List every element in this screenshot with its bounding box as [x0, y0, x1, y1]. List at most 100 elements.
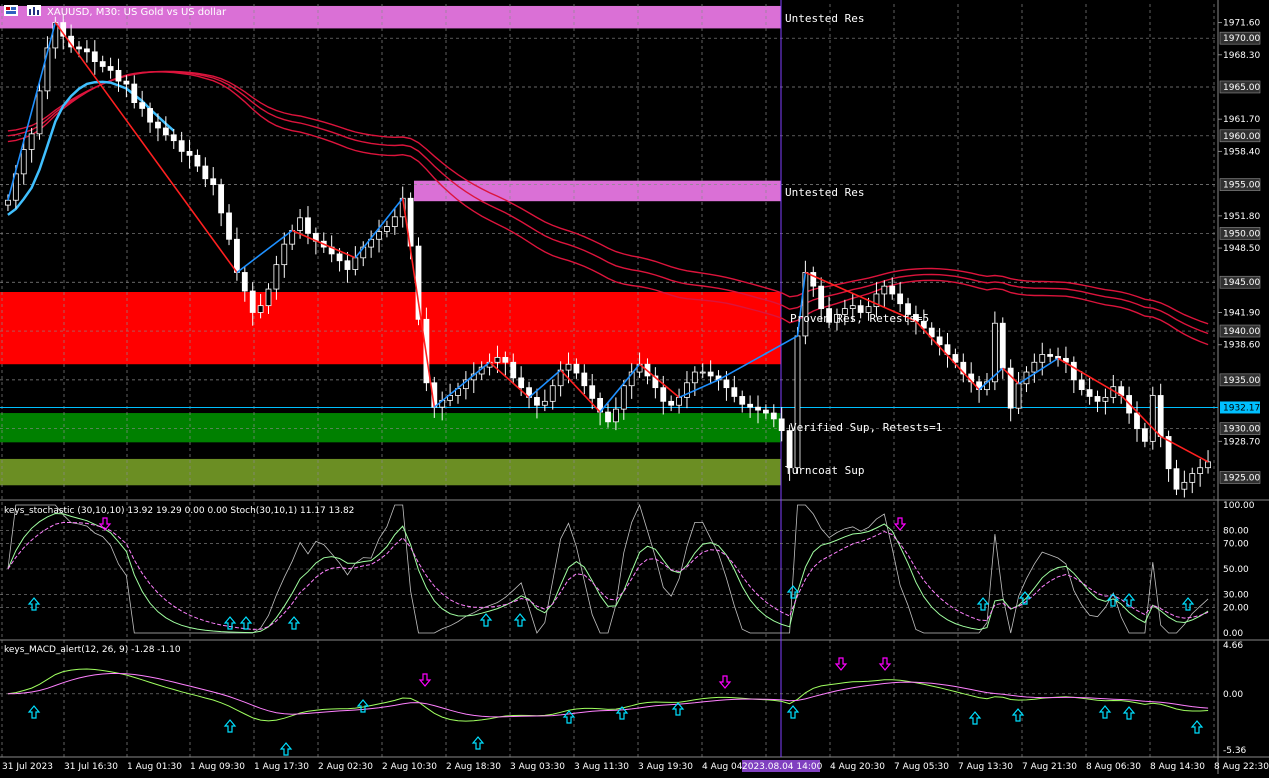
candle-body [612, 408, 619, 423]
candle-body [534, 397, 540, 406]
candle-body [1039, 354, 1046, 363]
candle-body [763, 409, 769, 414]
candle-body [605, 411, 611, 423]
candle-body [20, 149, 27, 175]
time-tick-label: 31 Jul 16:30 [64, 762, 118, 772]
time-tick-label: 1 Aug 09:30 [190, 762, 245, 772]
candle-body [1015, 383, 1022, 409]
candle-body [1086, 389, 1093, 397]
stoch-tick-label: 100.00 [1223, 501, 1255, 511]
candle-body [226, 212, 232, 240]
candle-body [889, 285, 896, 295]
candle-body [1078, 379, 1085, 391]
candle-body [739, 396, 746, 405]
candle-body [1157, 395, 1164, 437]
price-tick-label: 1951.80 [1223, 212, 1260, 222]
candle-body [297, 217, 303, 231]
candle-body [1070, 361, 1077, 381]
candle-body [770, 412, 777, 420]
sr-zone [414, 180, 781, 202]
candle-body [281, 243, 288, 266]
time-tick-label: 1 Aug 01:30 [127, 762, 182, 772]
time-tick-label: 3 Aug 03:30 [510, 762, 565, 772]
chart-title: XAUUSD, M30: US Gold vs US dollar [47, 7, 227, 18]
chart-icon[interactable] [4, 5, 18, 16]
candle-body [936, 336, 943, 346]
candle-body [84, 48, 90, 53]
candle-body [1141, 428, 1148, 442]
candle-body [581, 372, 588, 387]
time-tick-label: 7 Aug 05:30 [894, 762, 949, 772]
sr-zone [0, 413, 781, 443]
candle-body [36, 90, 43, 135]
time-tick-label: 7 Aug 13:30 [958, 762, 1013, 772]
candle-body [147, 108, 153, 123]
candle-body [241, 272, 248, 292]
price-level-label: 1930.00 [1223, 425, 1260, 435]
candle-body [194, 154, 201, 167]
candle-body [691, 371, 698, 384]
candle-body [139, 102, 146, 109]
time-tick-label: 7 Aug 21:30 [1022, 762, 1077, 772]
candle-body [352, 257, 359, 270]
candle-body [178, 140, 185, 152]
time-tick-label: 2 Aug 02:30 [318, 762, 373, 772]
stoch-tick-label: 0.00 [1223, 629, 1243, 639]
stoch-tick-label: 70.00 [1223, 539, 1249, 549]
time-tick-label: 4 Aug 20:30 [830, 762, 885, 772]
time-tick-label: 8 Aug 22:30 [1214, 762, 1269, 772]
price-tick-label: 1971.60 [1223, 19, 1260, 29]
candle-body [1205, 461, 1211, 469]
candle-body [778, 418, 785, 432]
candle-body [99, 61, 106, 67]
zone-label: Proven Res, Retests=5 [790, 312, 929, 325]
macd-title: keys_MACD_alert(12, 26, 9) -1.28 -1.10 [4, 645, 181, 655]
candle-body [131, 83, 138, 103]
macd-tick-label: 4.66 [1223, 641, 1243, 651]
candle-body [76, 46, 82, 50]
trading-chart[interactable]: Untested Res Untested Res Proven Res, Re… [0, 0, 1269, 774]
candle-body [336, 253, 343, 262]
stoch-tick-label: 50.00 [1223, 565, 1249, 575]
candle-body [202, 165, 209, 180]
candle-body [273, 264, 280, 290]
candle-body [344, 260, 351, 270]
time-tick-label: 4 Aug 04: [702, 762, 746, 772]
chart-window[interactable]: Untested Res Untested Res Proven Res, Re… [0, 0, 1269, 774]
candle-body [305, 217, 311, 234]
candle-body [186, 151, 193, 156]
candle-body [391, 216, 398, 227]
candle-body [747, 403, 754, 408]
price-level-label: 1925.00 [1223, 473, 1260, 483]
time-tick-label: 2 Aug 18:30 [446, 762, 501, 772]
candle-body [589, 385, 596, 399]
candle-body [573, 363, 580, 374]
candle-body [234, 238, 240, 273]
macd-tick-label: 0.00 [1223, 690, 1243, 700]
stoch-tick-label: 30.00 [1223, 591, 1249, 601]
price-level-label: 1945.00 [1223, 278, 1260, 288]
current-price-label: 1932.17 [1223, 403, 1260, 413]
candle-body [723, 379, 730, 389]
zone-label: Untested Res [785, 12, 864, 25]
candle-body [755, 406, 761, 411]
candle-body [162, 127, 169, 136]
candle-body [1102, 397, 1109, 402]
candle-body [849, 305, 856, 309]
candle-body [565, 363, 572, 371]
candle-body [376, 231, 382, 240]
candle-body [1149, 395, 1156, 442]
zone-label: Untested Res [785, 186, 864, 199]
candle-body [897, 293, 904, 305]
time-tick-label: 3 Aug 19:30 [638, 762, 693, 772]
candle-body [881, 285, 888, 295]
price-tick-label: 1928.70 [1223, 437, 1260, 447]
candle-body [170, 134, 177, 142]
candle-body [257, 305, 264, 313]
candle-body [415, 245, 422, 320]
sr-zone [0, 458, 781, 486]
time-tick-label: 2 Aug 10:30 [382, 762, 437, 772]
candle-body [28, 133, 35, 150]
price-level-label: 1935.00 [1223, 376, 1260, 386]
candle-body [155, 121, 161, 129]
